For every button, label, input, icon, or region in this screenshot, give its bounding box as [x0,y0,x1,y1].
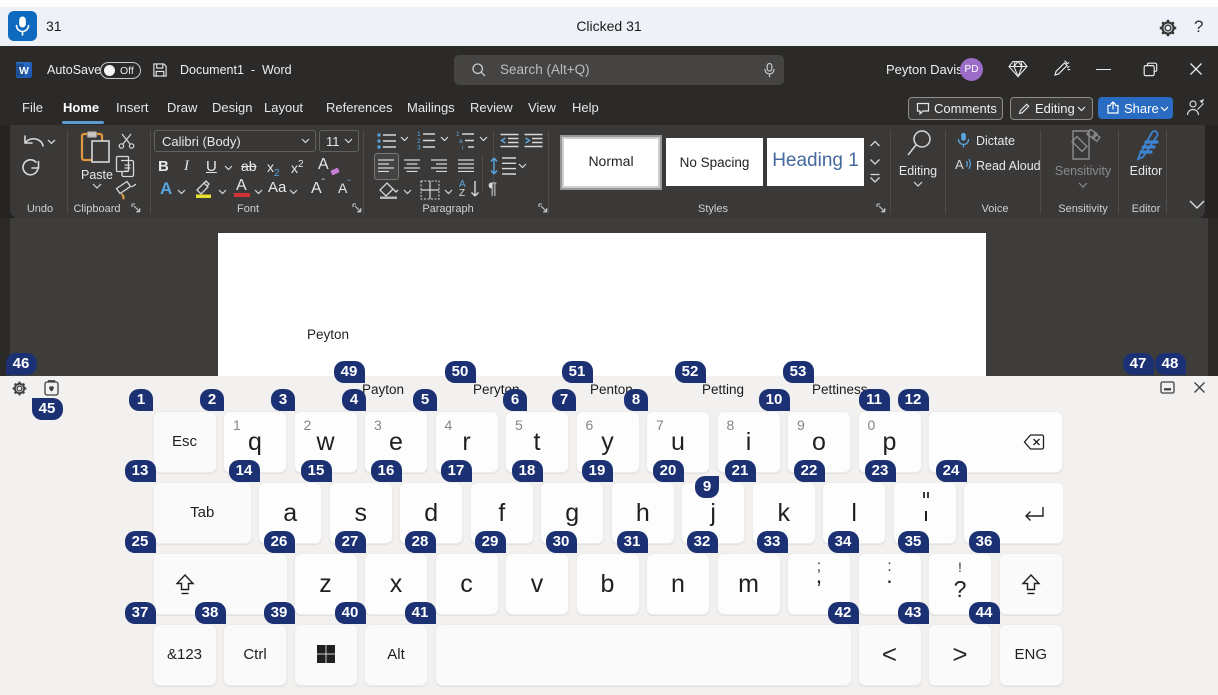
svg-text:3: 3 [417,145,421,151]
svg-text:A: A [955,157,964,172]
svg-text:i: i [462,145,463,151]
svg-text:W: W [19,65,29,77]
